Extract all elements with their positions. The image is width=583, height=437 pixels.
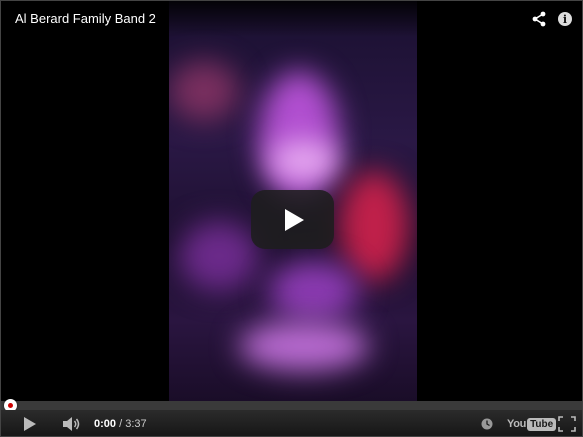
time-separator: / — [116, 418, 126, 430]
play-button[interactable] — [15, 410, 45, 436]
share-icon[interactable] — [529, 9, 549, 29]
youtube-logo-you: You — [507, 418, 527, 430]
stage-edge-blur — [239, 321, 369, 371]
volume-icon — [63, 417, 80, 431]
watch-later-button[interactable] — [478, 410, 496, 436]
duration: 3:37 — [125, 418, 147, 430]
info-icon[interactable]: i — [555, 9, 575, 29]
youtube-logo-tube: Tube — [527, 417, 557, 431]
current-time: 0:00 — [94, 418, 117, 430]
stage-floor-blur — [179, 221, 259, 291]
video-player[interactable]: Al Berard Family Band 2 i 0:00 / 3:37 Yo… — [0, 0, 583, 437]
volume-button[interactable] — [59, 410, 85, 436]
red-light-blur — [339, 171, 409, 281]
performer-blur — [259, 71, 339, 201]
clock-icon — [481, 418, 493, 430]
control-bar: 0:00 / 3:37 You Tube — [1, 410, 582, 436]
fullscreen-icon — [558, 416, 576, 432]
info-icon-glyph: i — [558, 12, 572, 26]
share-icon-glyph — [532, 11, 546, 27]
progress-bar[interactable] — [1, 401, 582, 410]
title-bar: Al Berard Family Band 2 — [1, 1, 582, 37]
time-display: 0:00 / 3:37 — [94, 418, 147, 430]
guitar-blur — [269, 141, 339, 181]
big-play-button[interactable] — [251, 190, 334, 249]
fullscreen-button[interactable] — [555, 410, 579, 436]
video-title[interactable]: Al Berard Family Band 2 — [15, 11, 156, 26]
youtube-logo[interactable]: You Tube — [507, 417, 557, 431]
play-icon — [284, 208, 304, 231]
stage-light-blur — [169, 61, 239, 121]
play-icon — [24, 417, 36, 431]
stage-front-blur — [269, 261, 359, 321]
